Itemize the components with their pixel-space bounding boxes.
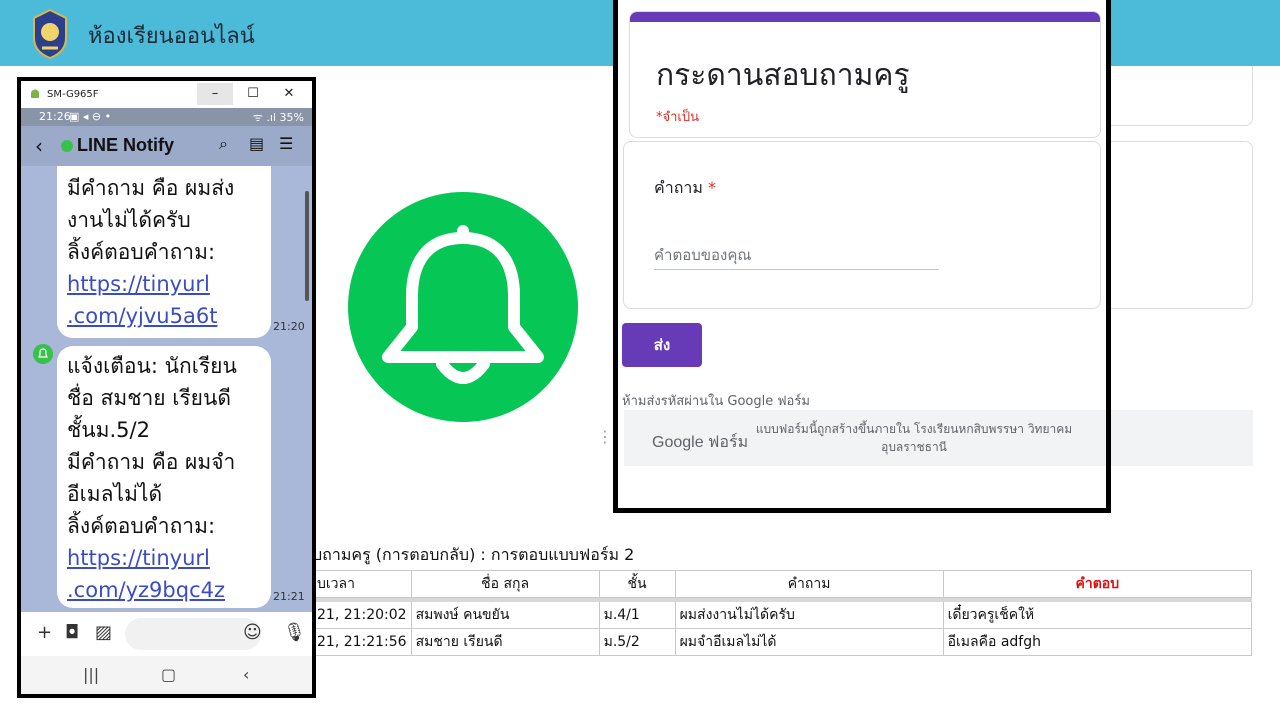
cell-timestamp[interactable]: 21, 21:21:56 xyxy=(312,628,412,656)
phone-status-bar: 21:26 ▣ ◂ ⊖ • ᯤ .ıl 35% xyxy=(21,108,312,126)
chat-title: LINE Notify xyxy=(77,135,174,155)
phone-mirror-window: SM-G965F – ☐ ✕ 21:26 ▣ ◂ ⊖ • ᯤ .ıl 35% ‹… xyxy=(17,77,316,698)
header-answer[interactable]: คำตอบ xyxy=(942,570,1253,598)
microphone-icon[interactable]: 🎙 xyxy=(283,622,306,643)
banner-title: ห้องเรียนออนไลน์ xyxy=(88,24,255,49)
notes-icon[interactable]: ▤ xyxy=(249,134,264,153)
message-link[interactable]: https://tinyurl xyxy=(67,268,261,300)
required-note: *จำเป็น xyxy=(656,110,699,125)
cell-name[interactable]: สมพงษ์ คนขยัน xyxy=(410,601,600,629)
back-icon[interactable]: ‹ xyxy=(243,665,249,684)
form-header-card: กระดานสอบถามครู *จำเป็น xyxy=(629,11,1101,138)
cell-class[interactable]: ม.4/1 xyxy=(598,601,676,629)
message-link[interactable]: .com/yjvu5a6t xyxy=(67,300,261,332)
header-question[interactable]: คำถาม xyxy=(674,570,944,598)
message-bubble: มีคำถาม คือ ผมส่ง งานไม่ได้ครับ ลิ้งค์ตอ… xyxy=(57,166,271,338)
close-button[interactable]: ✕ xyxy=(271,83,307,105)
header-name[interactable]: ชื่อ สกุล xyxy=(410,570,600,598)
footer-note: แบบฟอร์มนี้ถูกสร้างขึ้นภายใน โรงเรียนหกส… xyxy=(755,422,1073,454)
cell-question[interactable]: ผมส่งงานไม่ได้ครับ xyxy=(674,601,944,629)
answer-input[interactable] xyxy=(654,240,939,270)
recents-icon[interactable]: ||| xyxy=(83,665,99,684)
message-time: 21:20 xyxy=(273,320,305,333)
notification-bell-icon xyxy=(348,192,578,422)
line-notify-status-icon xyxy=(61,140,73,152)
cell-question[interactable]: ผมจำอีเมลไม่ได้ xyxy=(674,628,944,656)
more-options-icon[interactable]: ⋮ xyxy=(597,427,613,446)
device-name: SM-G965F xyxy=(47,89,99,100)
battery-indicator: ᯤ .ıl 35% xyxy=(252,111,304,124)
message-line: ชื่อ สมชาย เรียนดี xyxy=(67,386,231,410)
search-icon[interactable]: ⌕ xyxy=(219,134,228,154)
plus-icon[interactable]: + xyxy=(37,622,52,643)
chat-scrollbar[interactable] xyxy=(305,191,309,301)
table-row: 21, 21:21:56 สมชาย เรียนดี ม.5/2 ผมจำอีเ… xyxy=(312,628,1253,656)
header-class[interactable]: ชั้น xyxy=(598,570,676,598)
image-icon[interactable]: ▨ xyxy=(95,622,112,643)
google-forms-logo[interactable]: Google ฟอร์ม xyxy=(652,430,748,455)
password-warning: ห้ามส่งรหัสผ่านใน Google ฟอร์ม xyxy=(622,394,810,409)
screen: ห้องเรียนออนไลน์ บถามครู (การตอบกลับ) : … xyxy=(0,0,1280,720)
chat-header: ‹ LINE Notify ⌕ ▤ ☰ xyxy=(21,126,312,166)
message-line: มีคำถาม คือ ผมส่ง xyxy=(67,176,235,200)
responses-table: บเวลา ชื่อ สกุล ชั้น คำถาม คำตอบ 21, 21:… xyxy=(312,570,1253,656)
minimize-button[interactable]: – xyxy=(197,83,233,105)
form-title: กระดานสอบถามครู xyxy=(656,58,910,93)
required-star: * xyxy=(708,178,716,197)
cell-class[interactable]: ม.5/2 xyxy=(598,628,676,656)
menu-icon[interactable]: ☰ xyxy=(279,134,293,153)
window-titlebar: SM-G965F – ☐ ✕ xyxy=(21,81,312,108)
chat-body: มีคำถาม คือ ผมส่ง งานไม่ได้ครับ ลิ้งค์ตอ… xyxy=(21,166,312,612)
android-nav-bar: ||| ▢ ‹ xyxy=(21,656,312,694)
school-logo-icon xyxy=(33,8,67,60)
message-bubble: แจ้งเตือน: นักเรียน ชื่อ สมชาย เรียนดี ช… xyxy=(57,346,271,608)
submit-button[interactable]: ส่ง xyxy=(622,323,702,367)
form-accent-strip xyxy=(630,12,1100,22)
message-link[interactable]: https://tinyurl xyxy=(67,542,261,574)
android-icon xyxy=(31,89,39,98)
emoji-icon[interactable]: ☺ xyxy=(243,622,262,643)
background-card xyxy=(1100,66,1253,126)
message-line: ชั้นม.5/2 xyxy=(67,418,150,442)
message-link[interactable]: .com/yz9bqc4z xyxy=(67,574,261,606)
background-card xyxy=(1100,141,1253,309)
message-line: ลิ้งค์ตอบคำถาม: xyxy=(67,514,216,538)
header-timestamp[interactable]: บเวลา xyxy=(312,570,412,598)
question-card: คำถาม * xyxy=(623,141,1101,309)
line-notify-bell-icon xyxy=(33,344,53,364)
message-line: มีคำถาม คือ ผมจำ xyxy=(67,450,236,474)
question-label: คำถาม * xyxy=(654,176,716,201)
message-line: อีเมลไม่ได้ xyxy=(67,482,163,506)
sheet-title: บถามครู (การตอบกลับ) : การตอบแบบฟอร์ม 2 xyxy=(312,545,635,564)
home-icon[interactable]: ▢ xyxy=(161,665,176,684)
message-line: ลิ้งค์ตอบคำถาม: xyxy=(67,240,216,264)
cell-timestamp[interactable]: 21, 21:20:02 xyxy=(312,601,412,629)
message-line: งานไม่ได้ครับ xyxy=(67,208,191,232)
message-time: 21:21 xyxy=(273,590,305,603)
table-header-row: บเวลา ชื่อ สกุล ชั้น คำถาม คำตอบ xyxy=(312,570,1253,598)
question-label-text: คำถาม xyxy=(654,178,703,197)
maximize-button[interactable]: ☐ xyxy=(235,83,271,105)
back-arrow-icon[interactable]: ‹ xyxy=(35,134,43,158)
background-footer xyxy=(1104,410,1253,466)
message-line: แจ้งเตือน: นักเรียน xyxy=(67,354,237,378)
table-row: 21, 21:20:02 สมพงษ์ คนขยัน ม.4/1 ผมส่งงา… xyxy=(312,601,1253,629)
cell-answer[interactable]: เดี๋ยวครูเช็คให้ xyxy=(942,601,1253,629)
status-icons: ▣ ◂ ⊖ • xyxy=(69,110,112,123)
message-input-bar: + ◘ ▨ ☺ 🎙 xyxy=(21,612,312,656)
form-footer: Google ฟอร์ม แบบฟอร์มนี้ถูกสร้างขึ้นภายใ… xyxy=(624,410,1106,466)
cell-answer[interactable]: อีเมลคือ adfgh xyxy=(942,628,1253,656)
cell-name[interactable]: สมชาย เรียนดี xyxy=(410,628,600,656)
status-time: 21:26 xyxy=(39,110,71,123)
camera-icon[interactable]: ◘ xyxy=(65,622,79,643)
google-form-panel: กระดานสอบถามครู *จำเป็น คำถาม * ส่ง ห้าม… xyxy=(613,0,1111,513)
message-input[interactable] xyxy=(125,618,261,650)
